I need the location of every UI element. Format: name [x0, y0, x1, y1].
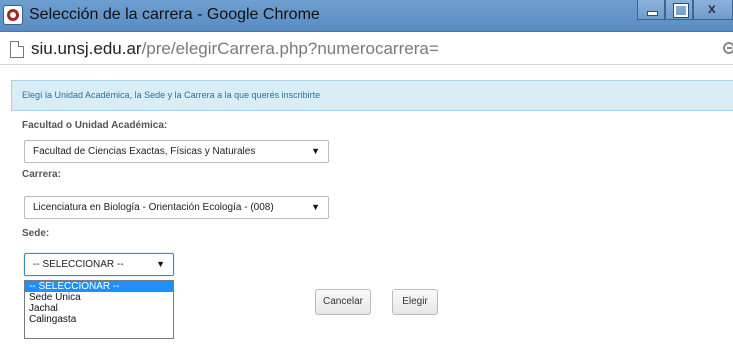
window-title: Selección de la carrera - Google Chrome — [29, 6, 320, 23]
chrome-app-icon — [3, 5, 23, 25]
facultad-label: Facultad o Unidad Académica: — [22, 120, 168, 131]
window-controls — [637, 0, 733, 20]
chevron-down-icon: ▼ — [156, 259, 165, 269]
carrera-label: Carrera: — [22, 169, 61, 180]
url-text[interactable]: siu.unsj.edu.ar/pre/elegirCarrera.php?nu… — [31, 39, 439, 59]
window-title-bar: Selección de la carrera - Google Chrome — [0, 0, 733, 32]
carrera-selected-value: Licenciatura en Biología - Orientación E… — [33, 202, 274, 213]
info-alert: Elegí la Unidad Académica, la Sede y la … — [11, 80, 733, 111]
url-path: /pre/elegirCarrera.php?numerocarrera= — [141, 39, 439, 58]
maximize-button[interactable] — [665, 0, 693, 20]
url-host: siu.unsj.edu.ar — [31, 39, 142, 58]
chevron-down-icon: ▼ — [311, 202, 320, 212]
sede-option[interactable]: Jachal — [25, 303, 173, 314]
page-icon — [10, 41, 24, 58]
sede-option[interactable]: Sede Unica — [25, 292, 173, 303]
choose-button[interactable]: Elegir — [392, 289, 438, 315]
close-button[interactable] — [693, 0, 733, 20]
cancel-button[interactable]: Cancelar — [315, 289, 371, 315]
facultad-selected-value: Facultad de Ciencias Exactas, Físicas y … — [33, 146, 256, 157]
chevron-down-icon: ▼ — [311, 146, 320, 156]
sede-select[interactable]: -- SELECCIONAR -- ▼ — [24, 253, 174, 276]
sede-option[interactable]: Calingasta — [25, 314, 173, 325]
sede-label: Sede: — [22, 228, 50, 239]
alert-text: Elegí la Unidad Académica, la Sede y la … — [22, 90, 321, 100]
sede-option[interactable]: -- SELECCIONAR -- — [25, 281, 173, 292]
minimize-button[interactable] — [637, 0, 665, 20]
page-content: Elegí la Unidad Académica, la Sede y la … — [0, 66, 733, 358]
carrera-select[interactable]: Licenciatura en Biología - Orientación E… — [24, 196, 329, 219]
sede-selected-value: -- SELECCIONAR -- — [33, 259, 124, 270]
zoom-icon[interactable] — [723, 42, 733, 54]
address-bar[interactable]: siu.unsj.edu.ar/pre/elegirCarrera.php?nu… — [0, 33, 733, 65]
sede-dropdown-list: -- SELECCIONAR -- Sede Unica Jachal Cali… — [24, 280, 174, 339]
facultad-select[interactable]: Facultad de Ciencias Exactas, Físicas y … — [24, 140, 329, 163]
